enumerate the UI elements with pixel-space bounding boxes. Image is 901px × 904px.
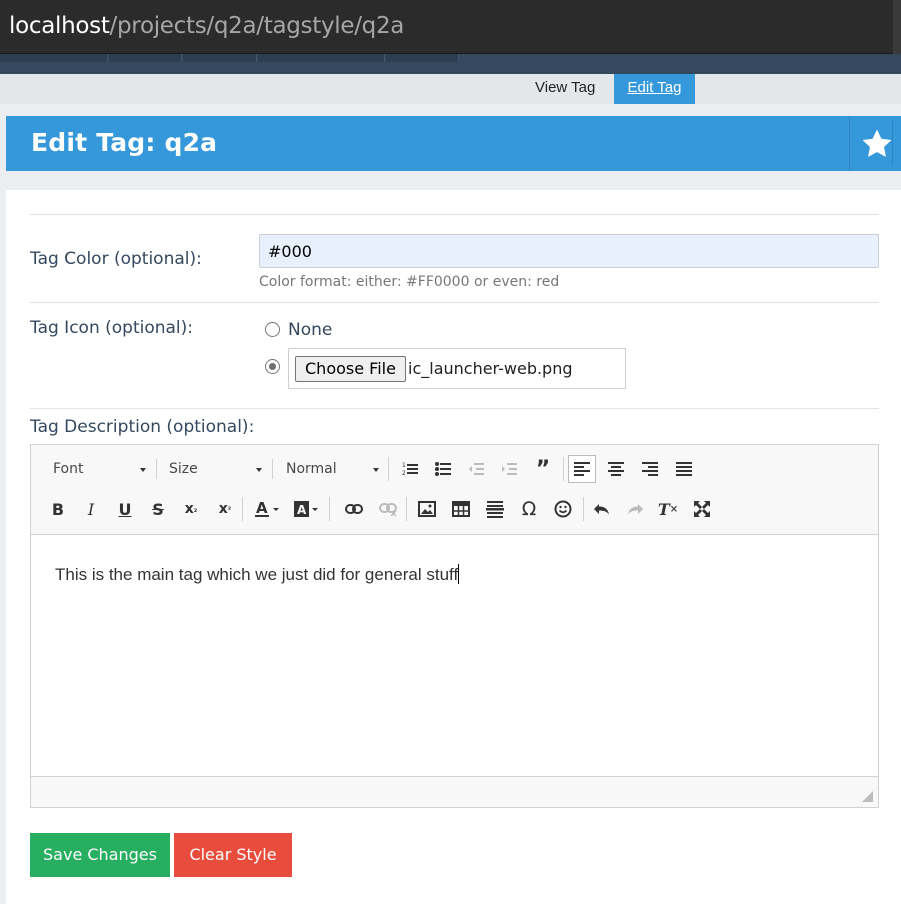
remove-format-icon[interactable]: T × [654,495,682,523]
editor-status-bar [31,776,878,807]
nav-segment[interactable] [258,54,385,62]
scrollbar-edge [893,0,901,54]
rich-text-editor: Font Size Normal 12 ” B I U S x ₂ x ² A … [30,444,879,808]
align-justify-icon[interactable] [670,455,698,483]
divider [30,214,879,215]
nav-segment[interactable] [0,54,108,62]
chevron-down-icon [256,468,262,472]
svg-text:A: A [297,503,307,517]
horizontal-line-icon[interactable] [481,495,509,523]
tag-description-label: Tag Description (optional): [30,417,255,437]
image-icon[interactable] [413,495,441,523]
toolbar-separator [406,497,407,521]
nav-segment[interactable] [183,54,257,62]
chevron-down-icon [373,468,379,472]
size-combo-label: Size [169,461,198,477]
redo-icon[interactable] [621,495,649,523]
underline-icon[interactable]: U [111,495,139,523]
align-right-icon[interactable] [636,455,664,483]
maximize-icon[interactable] [688,495,716,523]
svg-text:A: A [256,500,268,517]
selected-file-name: ic_launcher-web.png [408,359,573,378]
sub-navigation: View Tag Edit Tag [0,74,901,104]
special-character-icon[interactable]: Ω [515,495,543,523]
subscript-icon[interactable]: x₂ [177,495,205,523]
superscript-icon[interactable]: x² [211,495,239,523]
resize-handle-icon[interactable] [862,791,873,802]
nav-segment[interactable] [386,54,459,62]
text-cursor [458,564,460,584]
font-combo-label: Font [53,461,84,477]
bulleted-list-icon[interactable] [429,455,457,483]
tag-icon-label: Tag Icon (optional): [30,318,194,338]
bold-icon[interactable]: B [44,495,72,523]
svg-text:1: 1 [402,462,406,469]
page-title: Edit Tag: q2a [31,128,218,157]
file-input[interactable]: Choose File ic_launcher-web.png [288,348,626,389]
font-combo[interactable]: Font [53,457,146,481]
unlink-icon[interactable] [374,495,402,523]
format-combo[interactable]: Normal [286,457,379,481]
star-icon [862,129,892,157]
numbered-list-icon[interactable]: 12 [396,455,424,483]
link-icon[interactable] [340,495,368,523]
tab-edit-tag[interactable]: Edit Tag [614,74,695,104]
choose-file-button[interactable]: Choose File [295,356,406,382]
outdent-icon[interactable] [462,455,490,483]
page-title-bar: Edit Tag: q2a [6,116,901,171]
chevron-down-icon [140,468,146,472]
toolbar-separator [583,497,584,521]
editor-content-area[interactable]: This is the main tag which we just did f… [31,536,878,776]
blockquote-icon[interactable]: ” [529,455,557,483]
text-color-icon[interactable]: A [251,495,285,523]
divider [892,121,893,166]
toolbar-separator [563,457,564,481]
format-combo-label: Normal [286,461,337,477]
clear-style-button[interactable]: Clear Style [174,833,292,877]
undo-icon[interactable] [588,495,616,523]
toolbar-separator [156,459,157,479]
align-center-icon[interactable] [602,455,630,483]
divider [30,408,879,409]
url-host: localhost [9,13,110,39]
url-path: /projects/q2a/tagstyle/q2a [109,13,405,39]
tag-color-hint: Color format: either: #FF0000 or even: r… [259,274,560,290]
save-changes-button[interactable]: Save Changes [30,833,170,877]
toolbar-separator [242,497,243,521]
svg-text:2: 2 [402,470,406,477]
main-content: Tag Color (optional): Color format: eith… [6,190,901,904]
italic-icon[interactable]: I [77,495,105,523]
icon-none-label: None [288,320,333,340]
strikethrough-icon[interactable]: S [144,495,172,523]
size-combo[interactable]: Size [169,457,262,481]
toolbar-separator [388,457,389,481]
icon-none-radio[interactable] [265,322,280,337]
align-left-icon[interactable] [568,455,596,483]
tag-color-label: Tag Color (optional): [30,249,202,269]
tag-color-input[interactable] [259,234,879,268]
icon-file-radio[interactable] [265,359,280,374]
toolbar-separator [272,459,273,479]
emoji-icon[interactable] [549,495,577,523]
divider [30,302,879,303]
indent-icon[interactable] [495,455,523,483]
favorite-button[interactable] [849,116,901,171]
nav-segment[interactable] [109,54,182,62]
url-text[interactable]: localhost/projects/q2a/tagstyle/q2a [9,13,404,39]
site-nav-strip [0,54,901,74]
tab-view-tag[interactable]: View Tag [523,74,607,104]
editor-text: This is the main tag which we just did f… [55,565,459,584]
toolbar-separator [329,497,330,521]
background-color-icon[interactable]: A [290,495,324,523]
editor-toolbar: Font Size Normal 12 ” B I U S x ₂ x ² A … [31,445,878,535]
table-icon[interactable] [447,495,475,523]
browser-address-bar[interactable]: localhost/projects/q2a/tagstyle/q2a [0,0,901,54]
